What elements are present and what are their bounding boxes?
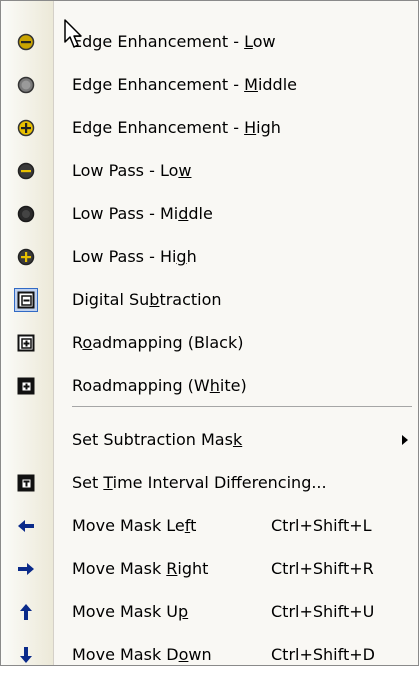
menu-item-move-mask-right[interactable]: Move Mask Right Ctrl+Shift+R — [1, 547, 418, 590]
menu-item-move-mask-left[interactable]: Move Mask Left Ctrl+Shift+L — [1, 504, 418, 547]
menu-item-label: Edge Enhancement - Middle — [72, 75, 297, 94]
menu-item-edge-enhancement-middle[interactable]: Edge Enhancement - Middle — [1, 63, 418, 106]
arrow-left-icon — [14, 514, 38, 538]
menu-item-move-mask-up[interactable]: Move Mask Up Ctrl+Shift+U — [1, 590, 418, 633]
menu-item-label: Set Subtraction Mask — [72, 430, 243, 449]
time-interval-differencing-icon — [14, 471, 38, 495]
arrow-right-icon — [14, 557, 38, 581]
menu-item-label: Move Mask Right — [72, 559, 209, 578]
arrow-up-icon — [14, 600, 38, 624]
filter-lowpass-low-icon — [14, 159, 38, 183]
roadmapping-black-icon — [14, 331, 38, 355]
menu-item-low-pass-middle[interactable]: Low Pass - Middle — [1, 192, 418, 235]
menu-item-roadmapping-black[interactable]: Roadmapping (Black) — [1, 321, 418, 364]
shortcut-label: Ctrl+Shift+R — [271, 559, 374, 578]
menu-separator — [72, 406, 412, 407]
menu-item-set-time-interval-differencing[interactable]: Set Time Interval Differencing... — [1, 461, 418, 504]
shortcut-label: Ctrl+Shift+U — [271, 602, 375, 621]
filter-lowpass-middle-icon — [14, 202, 38, 226]
menu-item-low-pass-low[interactable]: Low Pass - Low — [1, 149, 418, 192]
menu-item-label: Move Mask Up — [72, 602, 189, 621]
mouse-pointer-icon — [64, 19, 82, 48]
shortcut-label: Ctrl+Shift+L — [271, 516, 372, 535]
menu-item-label: Low Pass - Low — [72, 161, 192, 180]
menu-item-label: Set Time Interval Differencing... — [72, 473, 327, 492]
menu-item-move-mask-down[interactable]: Move Mask Down Ctrl+Shift+D — [1, 633, 418, 676]
menu-item-label: Roadmapping (Black) — [72, 333, 244, 352]
menu-item-digital-subtraction[interactable]: Digital Subtraction — [1, 278, 418, 321]
menu-item-label: Edge Enhancement - High — [72, 118, 281, 137]
menu-item-label: Roadmapping (White) — [72, 376, 247, 395]
menu-item-set-subtraction-mask[interactable]: Set Subtraction Mask — [1, 418, 418, 461]
menu-item-label: Edge Enhancement - Low — [72, 32, 276, 51]
menu-item-label: Low Pass - High — [72, 247, 197, 266]
shortcut-label: Ctrl+Shift+D — [271, 645, 375, 664]
menu-item-edge-enhancement-high[interactable]: Edge Enhancement - High — [1, 106, 418, 149]
filter-lowpass-high-icon — [14, 245, 38, 269]
filter-edge-low-icon — [14, 30, 38, 54]
context-menu: Edge Enhancement - Low Edge Enhancement … — [0, 0, 419, 666]
menu-item-roadmapping-white[interactable]: Roadmapping (White) — [1, 364, 418, 407]
filter-edge-middle-icon — [14, 73, 38, 97]
submenu-arrow-icon — [402, 434, 408, 445]
menu-item-low-pass-high[interactable]: Low Pass - High — [1, 235, 418, 278]
menu-item-label: Move Mask Left — [72, 516, 197, 535]
digital-subtraction-icon — [14, 287, 38, 312]
roadmapping-white-icon — [14, 374, 38, 398]
menu-item-label: Low Pass - Middle — [72, 204, 213, 223]
filter-edge-high-icon — [14, 116, 38, 140]
menu-item-label: Digital Subtraction — [72, 290, 222, 309]
menu-item-label: Move Mask Down — [72, 645, 212, 664]
arrow-down-icon — [14, 643, 38, 667]
